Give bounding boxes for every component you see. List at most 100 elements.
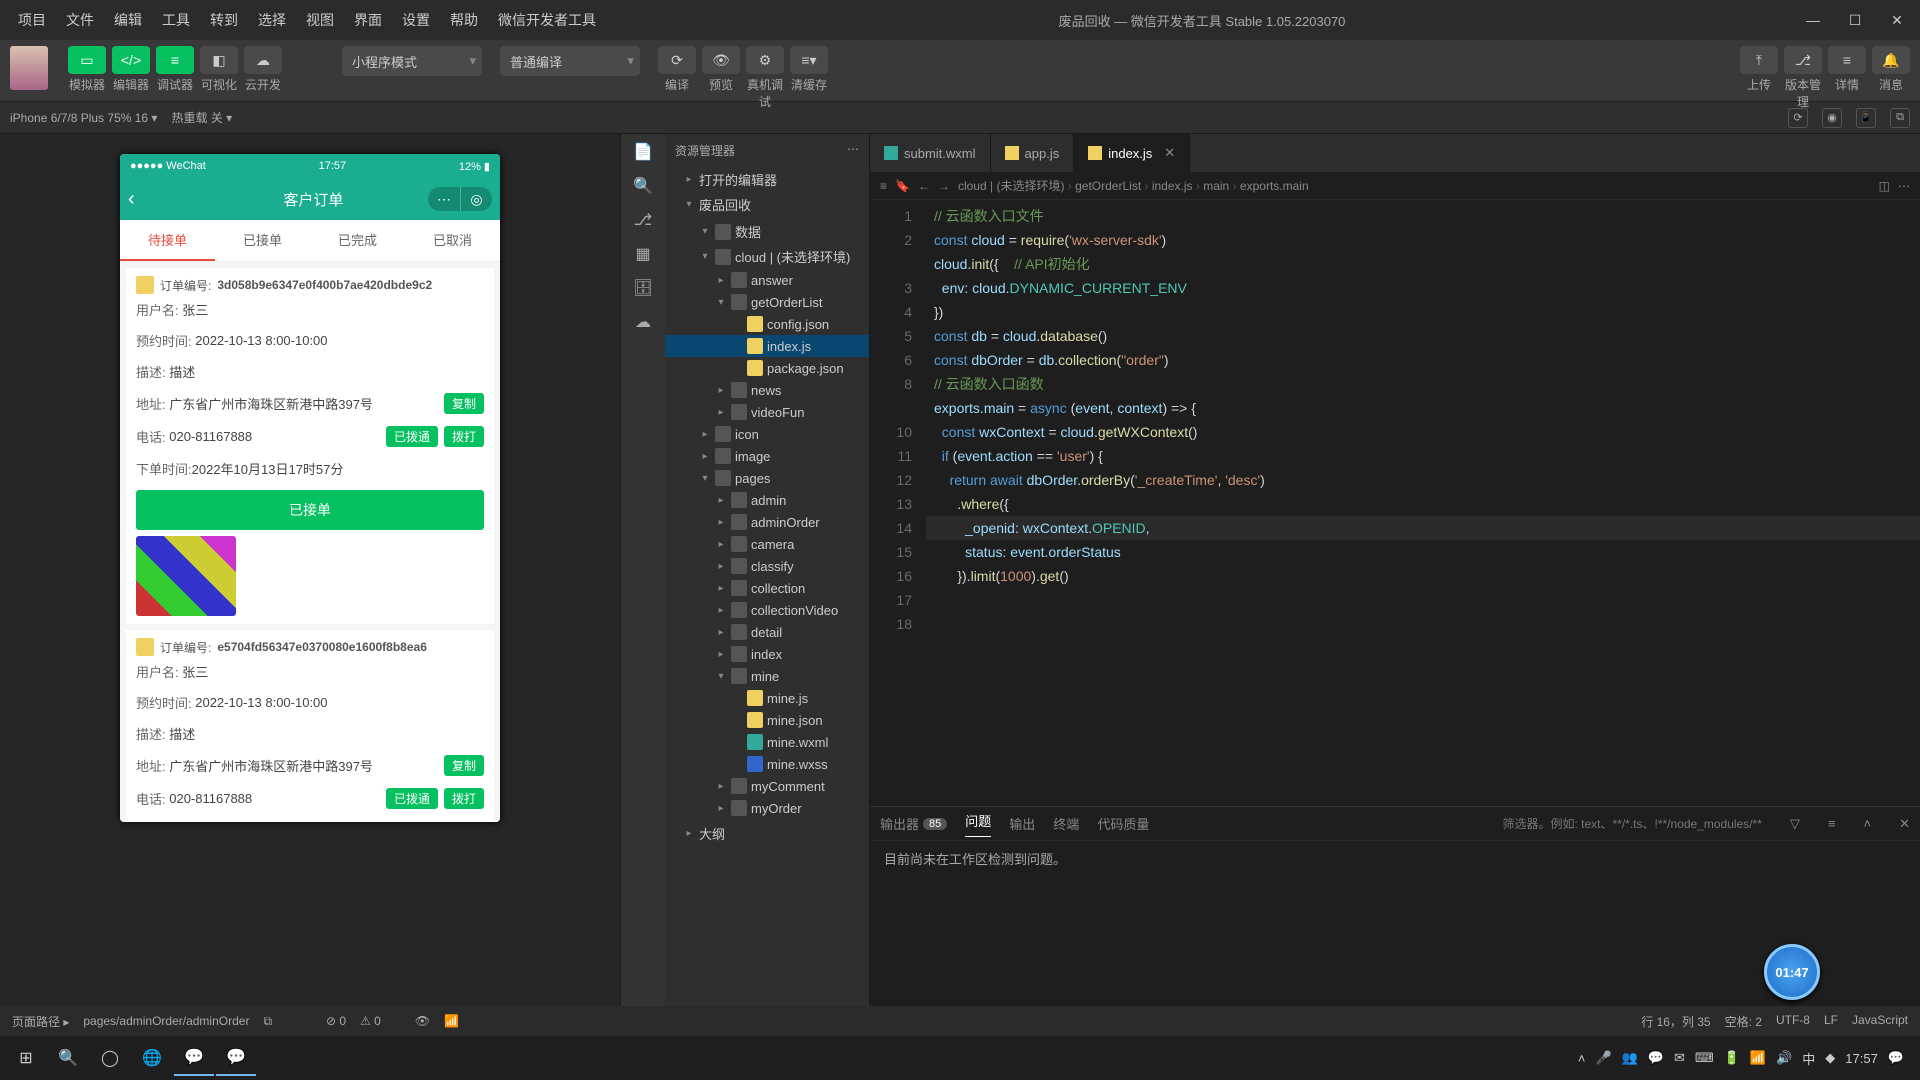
code-line[interactable]: env: cloud.DYNAMIC_CURRENT_ENV [926, 276, 1920, 300]
page-path-label[interactable]: 页面路径 ▸ [12, 1013, 69, 1030]
editor-button[interactable]: </> [112, 46, 150, 74]
search-icon[interactable]: 🔍 [633, 176, 653, 196]
tray-clock[interactable]: 17:57 [1845, 1051, 1878, 1066]
code-line[interactable]: // 云函数入口文件 [926, 204, 1920, 228]
menu-微信开发者工具[interactable]: 微信开发者工具 [488, 10, 606, 30]
panel-up-icon[interactable]: ˄ [1864, 816, 1872, 831]
floating-timer[interactable]: 01:47 [1764, 944, 1820, 1000]
tree-item-getOrderList[interactable]: ▾getOrderList [665, 291, 869, 313]
tree-item-index[interactable]: ▸index [665, 643, 869, 665]
order-tab[interactable]: 待接单 [120, 220, 215, 261]
tree-item-cloud | (未选择环境)[interactable]: ▾cloud | (未选择环境) [665, 244, 869, 269]
code-line[interactable]: const dbOrder = db.collection("order") [926, 348, 1920, 372]
tray-mic-icon[interactable]: 🎤 [1595, 1050, 1611, 1066]
filter-icon[interactable]: ▽ [1790, 816, 1800, 832]
compile-target-dropdown[interactable]: 普通编译 [500, 46, 640, 76]
tree-item-mine.wxss[interactable]: mine.wxss [665, 753, 869, 775]
code-line[interactable]: }) [926, 300, 1920, 324]
tree-item-package.json[interactable]: package.json [665, 357, 869, 379]
call-button[interactable]: 拨打 [444, 426, 484, 447]
tray-wifi-icon[interactable]: 📶 [1750, 1050, 1766, 1066]
reload-icon[interactable]: ⟳ [1788, 108, 1808, 128]
code-line[interactable]: .where({ [926, 492, 1920, 516]
broadcast-icon[interactable]: 📶 [444, 1014, 459, 1028]
code-line[interactable]: // 云函数入口函数 [926, 372, 1920, 396]
menu-界面[interactable]: 界面 [344, 10, 392, 30]
maximize-button[interactable]: ☐ [1840, 12, 1870, 29]
tree-item-camera[interactable]: ▸camera [665, 533, 869, 555]
menu-项目[interactable]: 项目 [8, 10, 56, 30]
remote-debug-icon[interactable]: ⚙ [746, 46, 784, 74]
accept-order-button[interactable]: 已接单 [136, 490, 484, 530]
menu-选择[interactable]: 选择 [248, 10, 296, 30]
tree-item-myComment[interactable]: ▸myComment [665, 775, 869, 797]
crumb-item[interactable]: exports.main [1240, 179, 1309, 193]
encoding-label[interactable]: UTF-8 [1776, 1013, 1810, 1030]
code-line[interactable]: const cloud = require('wx-server-sdk') [926, 228, 1920, 252]
section-project[interactable]: ▾废品回收 [665, 192, 869, 217]
details-icon[interactable]: ≡ [1828, 46, 1866, 74]
snapshot-icon[interactable]: ⧉ [1890, 108, 1910, 128]
tree-item-mine[interactable]: ▾mine [665, 665, 869, 687]
crumb-toggle-icon[interactable]: ≡ [880, 179, 887, 193]
panel-close-icon[interactable]: ✕ [1899, 816, 1910, 832]
tray-volume-icon[interactable]: 🔊 [1776, 1050, 1792, 1066]
breadcrumb[interactable]: ≡ 🔖 ← → cloud | (未选择环境) › getOrderList ›… [870, 172, 1920, 200]
hot-reload-toggle[interactable]: 热重载 关 ▾ [171, 109, 232, 126]
db-icon[interactable]: 🗄 [633, 278, 653, 298]
phone-body[interactable]: 订单编号: 3d058b9e6347e0f400b7ae420dbde9c2用户… [120, 262, 500, 822]
code-line[interactable]: cloud.init({ // API初始化 [926, 252, 1920, 276]
tree-item-answer[interactable]: ▸answer [665, 269, 869, 291]
page-path-value[interactable]: pages/adminOrder/adminOrder [83, 1014, 249, 1028]
section-open-editors[interactable]: ▸打开的编辑器 [665, 167, 869, 192]
tray-chevron-icon[interactable]: ˄ [1578, 1051, 1586, 1066]
tree-item-数据[interactable]: ▾数据 [665, 219, 869, 244]
mode-dropdown[interactable]: 小程序模式 [342, 46, 482, 76]
crumb-item[interactable]: main [1203, 179, 1229, 193]
crumb-item[interactable]: cloud | (未选择环境) [958, 179, 1064, 193]
crumb-item[interactable]: index.js [1152, 179, 1193, 193]
close-button[interactable]: ✕ [1882, 12, 1912, 29]
tray-notifications-icon[interactable]: 💬 [1888, 1050, 1904, 1066]
tree-item-mine.json[interactable]: mine.json [665, 709, 869, 731]
order-tab[interactable]: 已取消 [405, 220, 500, 261]
tree-item-mine.js[interactable]: mine.js [665, 687, 869, 709]
git-icon[interactable]: ⎇ [634, 210, 652, 230]
close-tab-icon[interactable]: ✕ [1164, 145, 1175, 161]
eol-label[interactable]: LF [1824, 1013, 1838, 1030]
tree-item-collectionVideo[interactable]: ▸collectionVideo [665, 599, 869, 621]
nav-fwd-icon[interactable]: → [938, 179, 950, 193]
split-editor-icon[interactable]: ◫ [1879, 179, 1890, 193]
code-line[interactable]: if (event.action == 'user') { [926, 444, 1920, 468]
tray-mail-icon[interactable]: ✉ [1674, 1050, 1685, 1066]
panel-filter[interactable]: 筛选器。例如: text、**/*.ts、!**/node_modules/** [1502, 815, 1761, 832]
debugger-button[interactable]: ≡ [156, 46, 194, 74]
tree-item-collection[interactable]: ▸collection [665, 577, 869, 599]
edge-icon[interactable]: 🌐 [132, 1040, 172, 1076]
menu-工具[interactable]: 工具 [152, 10, 200, 30]
eye-icon[interactable]: 👁 [415, 1014, 430, 1028]
tray-wechat-icon[interactable]: 💬 [1648, 1050, 1664, 1066]
order-tab[interactable]: 已完成 [310, 220, 405, 261]
record-icon[interactable]: ◉ [1822, 108, 1842, 128]
problems-errors[interactable]: ⊘ 0 [326, 1014, 346, 1028]
panel-tab[interactable]: 终端 [1053, 814, 1079, 833]
back-icon[interactable]: ‹ [128, 188, 135, 211]
tree-item-config.json[interactable]: config.json [665, 313, 869, 335]
editor-tab[interactable]: submit.wxml [870, 134, 991, 172]
editor-tab[interactable]: app.js [991, 134, 1075, 172]
code-line[interactable]: _openid: wxContext.OPENID, [926, 516, 1920, 540]
devtools-app-icon[interactable]: 💬 [216, 1040, 256, 1076]
simulator-button[interactable]: ▭ [68, 46, 106, 74]
tray-ime-icon[interactable]: 中 [1802, 1049, 1815, 1068]
copy-path-icon[interactable]: ⧉ [263, 1014, 272, 1029]
tree-item-icon[interactable]: ▸icon [665, 423, 869, 445]
tray-people-icon[interactable]: 👥 [1622, 1050, 1638, 1066]
panel-tab[interactable]: 问题 [965, 811, 991, 837]
copy-button[interactable]: 复制 [444, 755, 484, 776]
files-icon[interactable]: 📄 [633, 142, 653, 162]
panel-tab[interactable]: 输出 [1009, 814, 1035, 833]
rotate-icon[interactable]: 📱 [1856, 108, 1876, 128]
visual-button[interactable]: ◧ [200, 46, 238, 74]
code-line[interactable]: exports.main = async (event, context) =>… [926, 396, 1920, 420]
